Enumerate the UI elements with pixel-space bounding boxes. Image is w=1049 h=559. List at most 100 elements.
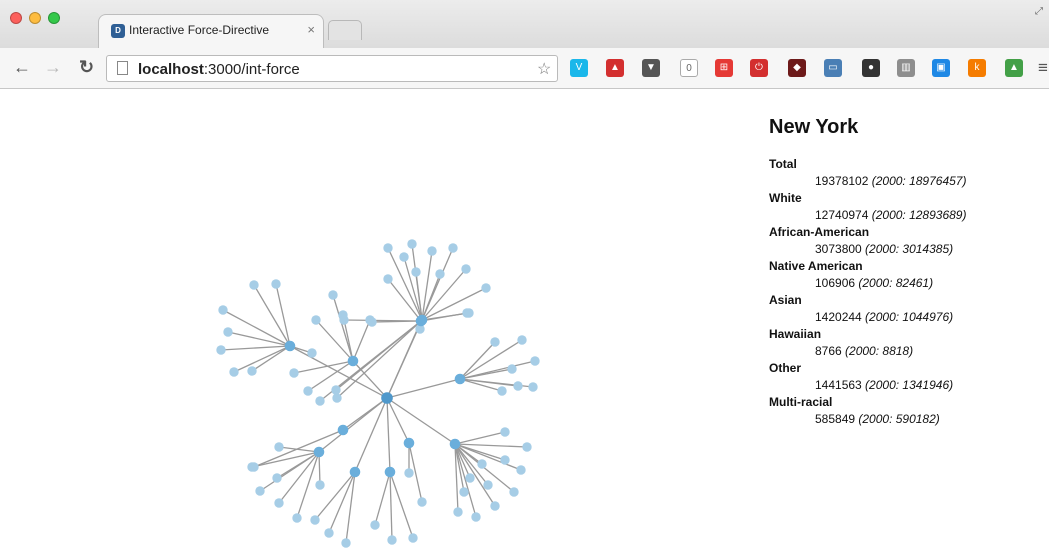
leaf-node[interactable] [249, 280, 259, 290]
leaf-node[interactable] [311, 315, 321, 325]
leaf-node[interactable] [255, 486, 265, 496]
leaf-node[interactable] [249, 462, 259, 472]
hub-west-small-node[interactable] [337, 424, 349, 436]
hub-south-a-node[interactable] [403, 437, 415, 449]
leaf-node[interactable] [477, 459, 487, 469]
leaf-node[interactable] [315, 480, 325, 490]
leaf-node[interactable] [407, 239, 417, 249]
leaf-node[interactable] [453, 507, 463, 517]
leaf-node[interactable] [331, 385, 341, 395]
fullscreen-icon[interactable]: ⤢ [1035, 6, 1043, 17]
leaf-node[interactable] [490, 501, 500, 511]
leaf-node[interactable] [383, 274, 393, 284]
menu-icon[interactable]: ≡ [1038, 58, 1048, 78]
leaf-node[interactable] [481, 283, 491, 293]
leaf-node[interactable] [509, 487, 519, 497]
leaf-node[interactable] [315, 396, 325, 406]
leaf-node[interactable] [383, 243, 393, 253]
hub-north-west-node[interactable] [347, 355, 359, 367]
counter-extension-icon[interactable]: 0 [680, 59, 698, 77]
color-wheel-extension-icon[interactable]: ● [862, 59, 880, 77]
couch-extension-icon[interactable]: ▲ [606, 59, 624, 77]
leaf-node[interactable] [462, 308, 472, 318]
address-bar[interactable]: localhost:3000/int-force ☆ [106, 55, 558, 82]
bookmark-star-icon[interactable]: ☆ [537, 59, 551, 79]
window-close-button[interactable] [10, 12, 22, 24]
leaf-node[interactable] [404, 468, 414, 478]
forward-arrow-icon[interactable]: → [44, 57, 62, 78]
leaf-node[interactable] [500, 427, 510, 437]
book-extension-icon[interactable]: ▥ [897, 59, 915, 77]
leaf-node[interactable] [367, 317, 377, 327]
leaf-node[interactable] [229, 367, 239, 377]
leaf-node[interactable] [223, 327, 233, 337]
leaf-node[interactable] [324, 528, 334, 538]
window-minimize-button[interactable] [29, 12, 41, 24]
leaf-node[interactable] [513, 381, 523, 391]
leaf-node[interactable] [370, 520, 380, 530]
leaf-node[interactable] [530, 356, 540, 366]
leaf-node[interactable] [483, 480, 493, 490]
leaf-node[interactable] [507, 364, 517, 374]
leaf-node[interactable] [516, 465, 526, 475]
leaf-node[interactable] [218, 305, 228, 315]
leaf-node[interactable] [292, 513, 302, 523]
leaf-node[interactable] [247, 366, 257, 376]
root-node[interactable] [381, 392, 393, 404]
leaf-node[interactable] [399, 252, 409, 262]
leaf-node[interactable] [522, 442, 532, 452]
hub-south-east-node[interactable] [449, 438, 461, 450]
hub-south-c-node[interactable] [349, 466, 361, 478]
reload-icon[interactable]: ↻ [79, 57, 94, 78]
leaf-node[interactable] [216, 345, 226, 355]
leaf-node[interactable] [411, 267, 421, 277]
leaf-node[interactable] [289, 368, 299, 378]
back-arrow-icon[interactable]: ← [13, 57, 31, 78]
tabs-extension-icon[interactable]: ▭ [824, 59, 842, 77]
tab-interactive-force[interactable]: D Interactive Force-Directive × [98, 14, 324, 48]
leaf-node[interactable] [497, 386, 507, 396]
tab-close-icon[interactable]: × [307, 22, 315, 37]
k-extension-icon[interactable]: k [968, 59, 986, 77]
leaf-node[interactable] [310, 515, 320, 525]
leaf-node[interactable] [448, 243, 458, 253]
leaf-node[interactable] [417, 497, 427, 507]
leaf-node[interactable] [274, 498, 284, 508]
leaf-node[interactable] [471, 512, 481, 522]
leaf-node[interactable] [387, 535, 397, 545]
leaf-node[interactable] [274, 442, 284, 452]
leaf-node[interactable] [408, 533, 418, 543]
url-text[interactable]: localhost:3000/int-force [138, 61, 300, 78]
leaf-node[interactable] [517, 335, 527, 345]
leaf-node[interactable] [461, 264, 471, 274]
leaf-node[interactable] [459, 487, 469, 497]
hub-east-node[interactable] [454, 373, 466, 385]
vimeo-extension-icon[interactable]: V [570, 59, 588, 77]
leaf-node[interactable] [427, 246, 437, 256]
pocket-extension-icon[interactable]: ▼ [642, 59, 660, 77]
leaf-node[interactable] [435, 269, 445, 279]
fox-extension-icon[interactable]: ◆ [788, 59, 806, 77]
leaf-node[interactable] [307, 348, 317, 358]
new-tab-button[interactable] [328, 20, 362, 40]
landscape-extension-icon[interactable]: ▲ [1005, 59, 1023, 77]
hub-upper-west-node[interactable] [415, 315, 427, 327]
screen-extension-icon[interactable]: ▣ [932, 59, 950, 77]
grid-extension-icon[interactable]: ⊞ [715, 59, 733, 77]
leaf-node[interactable] [528, 382, 538, 392]
leaf-node[interactable] [339, 315, 349, 325]
leaf-node[interactable] [272, 473, 282, 483]
hub-west-node[interactable] [284, 340, 296, 352]
stop-extension-icon[interactable]: ⏻ [750, 59, 768, 77]
leaf-node[interactable] [465, 473, 475, 483]
leaf-node[interactable] [500, 455, 510, 465]
leaf-node[interactable] [341, 538, 351, 548]
window-maximize-button[interactable] [48, 12, 60, 24]
leaf-node[interactable] [332, 393, 342, 403]
hub-south-west-node[interactable] [313, 446, 325, 458]
leaf-node[interactable] [328, 290, 338, 300]
hub-south-b-node[interactable] [384, 466, 396, 478]
leaf-node[interactable] [490, 337, 500, 347]
leaf-node[interactable] [303, 386, 313, 396]
leaf-node[interactable] [271, 279, 281, 289]
